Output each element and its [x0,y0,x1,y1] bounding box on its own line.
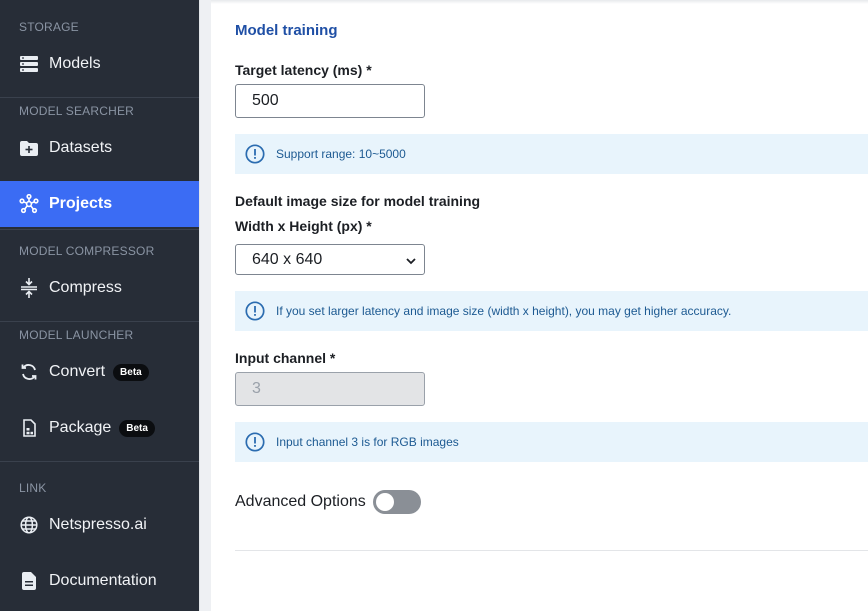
sidebar-item-projects[interactable]: Projects [0,181,199,227]
info-icon [245,144,265,164]
section-label-model-launcher: MODEL LAUNCHER [19,328,134,342]
sidebar-item-label: Documentation [49,572,157,589]
divider [0,229,199,230]
sidebar-item-compress[interactable]: Compress [0,265,199,311]
beta-badge: Beta [113,363,149,381]
divider [0,321,199,322]
image-size-heading: Default image size for model training [235,193,481,209]
input-channel-info-box: Input channel 3 is for RGB images [235,422,868,462]
section-label-link: LINK [19,481,47,495]
divider [0,461,199,462]
sidebar-item-label: Netspresso.ai [49,516,147,533]
package-file-icon [19,418,39,438]
advanced-options-toggle[interactable] [373,490,421,514]
target-latency-input[interactable] [235,84,425,118]
section-title: Model training [235,22,338,39]
latency-info-box: Support range: 10~5000 [235,134,868,174]
section-label-storage: STORAGE [19,20,79,34]
server-stack-icon [19,54,39,74]
sidebar-item-label: Projects [49,195,113,212]
latency-info-text: Support range: 10~5000 [276,147,406,161]
sidebar-item-models[interactable]: Models [0,41,199,87]
info-icon [245,432,265,452]
image-size-info-box: If you set larger latency and image size… [235,291,868,331]
network-nodes-icon [19,194,39,214]
section-divider [235,550,868,551]
globe-icon [19,515,39,535]
sidebar-item-label: Compress [49,279,122,296]
sidebar-item-netspresso[interactable]: Netspresso.ai [0,502,199,548]
section-label-model-searcher: MODEL SEARCHER [19,104,135,118]
input-channel-label: Input channel * [235,350,336,366]
chevron-down-icon [405,254,417,266]
sidebar-item-label: Convert [49,363,106,380]
sidebar-item-convert[interactable]: Convert Beta [0,349,199,395]
divider [0,97,199,98]
sidebar-item-package[interactable]: Package Beta [0,405,199,451]
advanced-options-label: Advanced Options [235,493,366,510]
image-size-info-text: If you set larger latency and image size… [276,304,732,318]
section-label-model-compressor: MODEL COMPRESSOR [19,244,155,258]
input-channel-info-text: Input channel 3 is for RGB images [276,435,459,449]
sidebar-item-label: Models [49,55,101,72]
sidebar-item-label: Datasets [49,139,113,156]
sidebar-item-documentation[interactable]: Documentation [0,558,199,604]
refresh-icon [19,362,39,382]
image-size-label: Width x Height (px) * [235,218,372,234]
folder-plus-icon [19,138,39,158]
toggle-knob [376,493,394,511]
target-latency-label: Target latency (ms) * [235,62,372,78]
header-shadow [211,0,868,4]
image-size-selected-value: 640 x 640 [252,250,323,268]
sidebar-scroll-gutter [199,0,211,611]
beta-badge: Beta [119,419,155,437]
compress-icon [19,278,39,298]
sidebar-item-label: Package [49,419,112,436]
main-content: Model training Target latency (ms) * Sup… [211,0,868,611]
sidebar-item-datasets[interactable]: Datasets [0,125,199,171]
input-channel-input [235,372,425,406]
image-size-select[interactable]: 640 x 640 [235,244,425,275]
info-icon [245,301,265,321]
document-icon [19,571,39,591]
sidebar: STORAGE Models MODEL SEARCHER Datasets P… [0,0,199,611]
